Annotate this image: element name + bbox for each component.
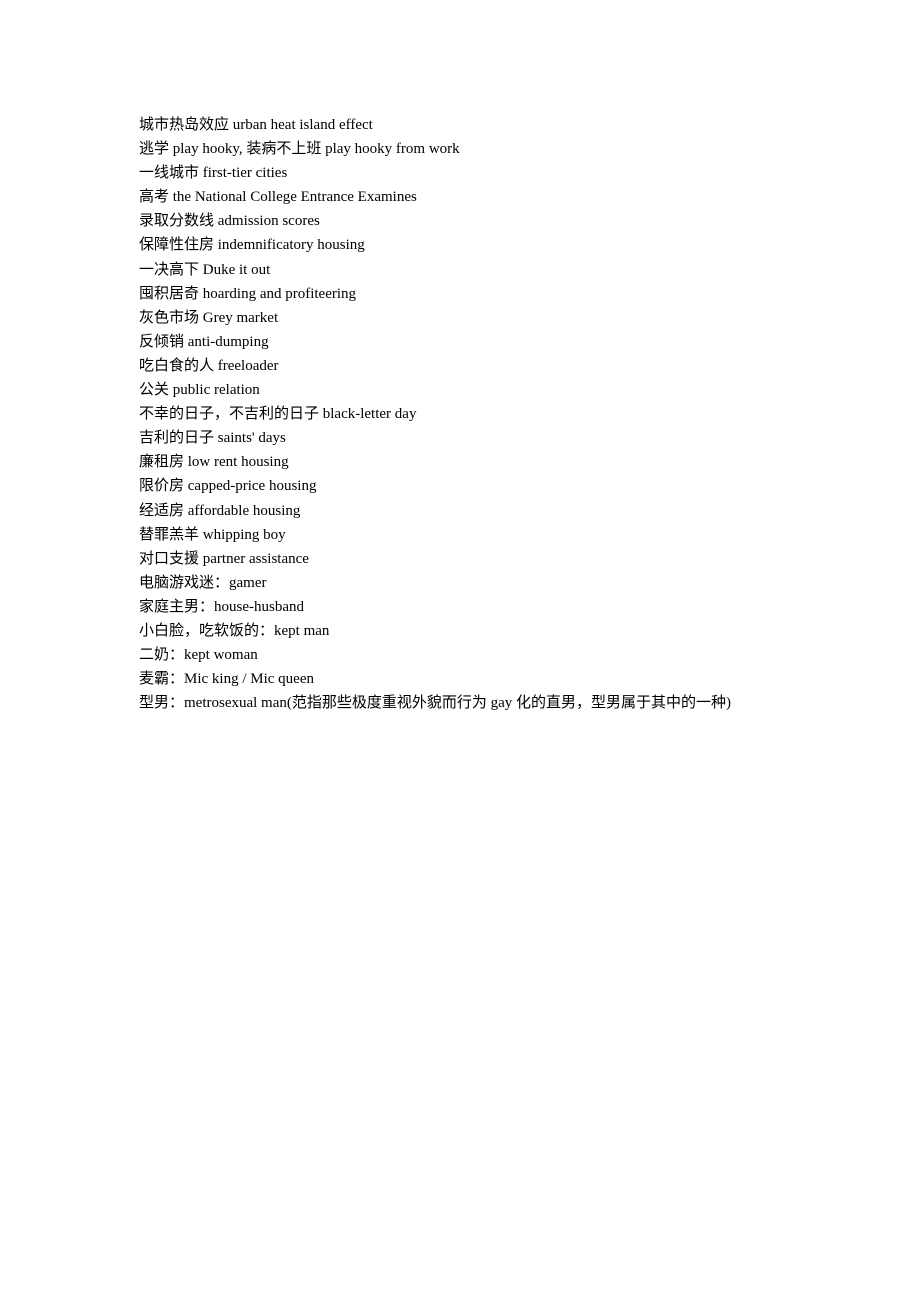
vocabulary-line: 逃学 play hooky, 装病不上班 play hooky from wor… <box>139 141 460 158</box>
vocabulary-line: 替罪羔羊 whipping boy <box>139 526 286 543</box>
vocabulary-line: 保障性住房 indemnificatory housing <box>139 237 365 254</box>
vocabulary-list: 城市热岛效应 urban heat island effect 逃学 play … <box>139 113 731 715</box>
vocabulary-line: 对口支援 partner assistance <box>139 550 309 567</box>
vocabulary-line: 不幸的日子，不吉利的日子 black-letter day <box>139 406 417 423</box>
vocabulary-line: 城市热岛效应 urban heat island effect <box>139 117 373 133</box>
vocabulary-line: 廉租房 low rent housing <box>139 454 289 471</box>
vocabulary-line: 电脑游戏迷：gamer <box>139 574 267 591</box>
vocabulary-line: 一线城市 first-tier cities <box>139 165 288 182</box>
vocabulary-line: 家庭主男：house-husband <box>139 598 304 615</box>
vocabulary-line: 二奶：kept woman <box>139 647 258 664</box>
vocabulary-line: 麦霸：Mic king / Mic queen <box>139 671 314 688</box>
vocabulary-line: 一决高下 Duke it out <box>139 261 271 278</box>
vocabulary-line: 限价房 capped-price housing <box>139 478 317 495</box>
vocabulary-line: 公关 public relation <box>139 382 260 399</box>
vocabulary-line: 小白脸，吃软饭的：kept man <box>139 622 330 639</box>
vocabulary-line: 经适房 affordable housing <box>139 502 301 519</box>
vocabulary-line: 囤积居奇 hoarding and profiteering <box>139 285 357 302</box>
vocabulary-line: 吉利的日子 saints' days <box>139 430 286 447</box>
vocabulary-line: 灰色市场 Grey market <box>139 309 279 326</box>
document-page: 城市热岛效应 urban heat island effect 逃学 play … <box>0 0 920 1302</box>
vocabulary-line: 高考 the National College Entrance Examine… <box>139 189 417 206</box>
vocabulary-line: 反倾销 anti-dumping <box>139 333 269 350</box>
vocabulary-line: 型男：metrosexual man(范指那些极度重视外貌而行为 gay 化的直… <box>139 695 732 712</box>
vocabulary-line: 吃白食的人 freeloader <box>139 357 279 374</box>
vocabulary-line: 录取分数线 admission scores <box>139 213 320 230</box>
